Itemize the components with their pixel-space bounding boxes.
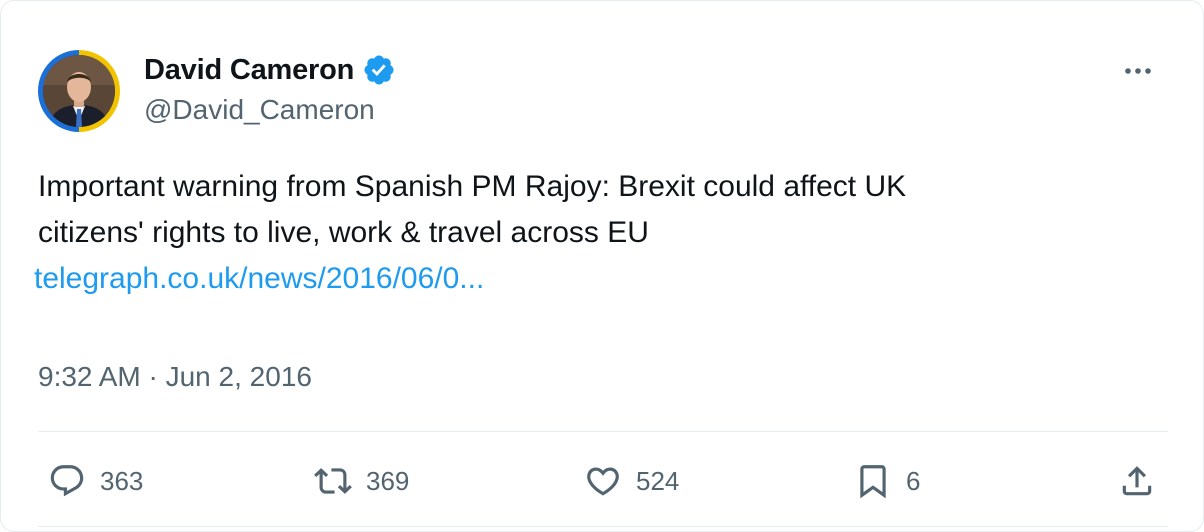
tweet-timestamp[interactable]: 9:32 AM · Jun 2, 2016 bbox=[38, 361, 312, 393]
verified-badge-icon bbox=[362, 53, 396, 87]
action-bar: 363 369 524 6 bbox=[38, 456, 1168, 506]
bookmark-icon bbox=[860, 465, 886, 499]
heart-icon bbox=[587, 467, 619, 496]
tweet-text: Important warning from Spanish PM Rajoy:… bbox=[34, 164, 1158, 302]
avatar-photo bbox=[43, 55, 115, 127]
reply-button[interactable]: 363 bbox=[48, 456, 143, 506]
author-display-name[interactable]: David Cameron bbox=[144, 54, 354, 87]
tweet-link[interactable]: telegraph.co.uk/news/2016/06/0... bbox=[34, 256, 484, 302]
retweet-icon bbox=[314, 468, 352, 494]
reply-count: 363 bbox=[100, 465, 144, 496]
bookmark-count: 6 bbox=[906, 465, 921, 496]
author-name-row: David Cameron bbox=[144, 53, 396, 87]
reply-icon bbox=[50, 465, 84, 497]
share-icon bbox=[1122, 466, 1152, 496]
retweet-button[interactable]: 369 bbox=[314, 456, 409, 506]
divider-bottom bbox=[38, 526, 1168, 527]
tweet-text-line-2: citizens' rights to live, work & travel … bbox=[38, 216, 649, 249]
divider bbox=[38, 431, 1168, 432]
like-count: 524 bbox=[636, 465, 680, 496]
avatar[interactable] bbox=[38, 50, 120, 132]
share-button[interactable] bbox=[1118, 456, 1156, 506]
more-horizontal-icon[interactable] bbox=[1120, 56, 1156, 86]
bookmark-button[interactable]: 6 bbox=[854, 456, 920, 506]
like-button[interactable]: 524 bbox=[584, 456, 679, 506]
author-handle[interactable]: @David_Cameron bbox=[144, 94, 375, 126]
retweet-count: 369 bbox=[366, 465, 410, 496]
tweet-text-line-1: Important warning from Spanish PM Rajoy:… bbox=[38, 170, 907, 203]
tweet-card: David Cameron @David_Cameron Important w… bbox=[0, 0, 1204, 532]
